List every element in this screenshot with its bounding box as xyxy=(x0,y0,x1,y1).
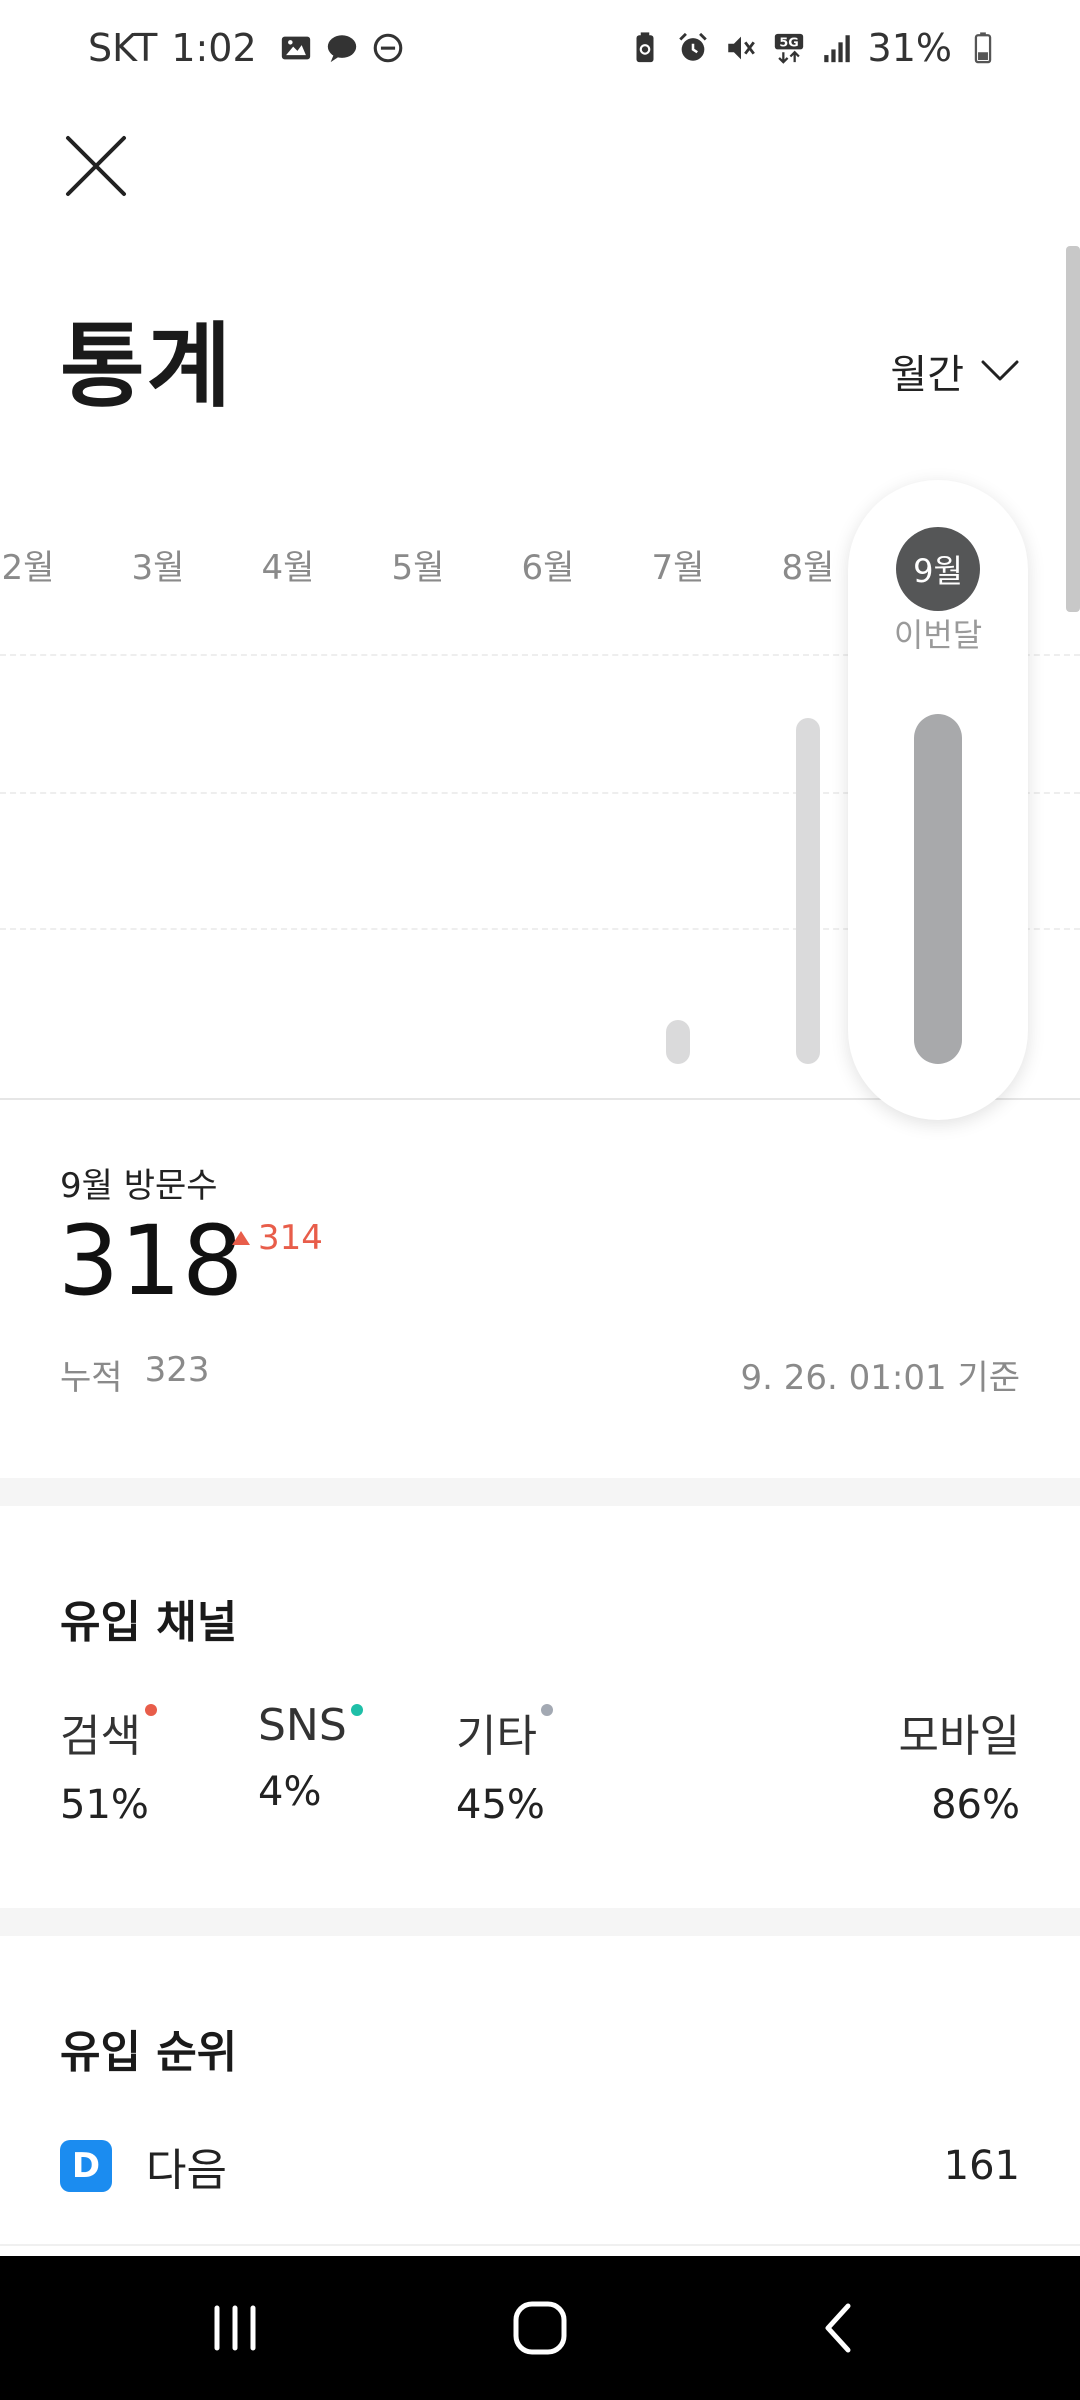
current-month-badge: 9월 xyxy=(896,527,980,611)
current-month-bar xyxy=(914,714,962,1064)
battery-saver-icon xyxy=(636,32,654,63)
clock: 1:02 xyxy=(171,26,257,70)
month-label[interactable]: 6월 xyxy=(498,540,598,589)
chevron-down-icon xyxy=(981,360,1019,381)
channel-name: SNS xyxy=(258,1700,347,1751)
recent-apps-button[interactable] xyxy=(165,2256,305,2400)
status-bar: SKT 1:02 5G 31% xyxy=(0,0,1080,100)
page-title: 통계 xyxy=(60,313,234,420)
do-not-disturb-icon xyxy=(373,33,402,63)
5g-icon: 5G xyxy=(774,33,803,64)
current-month-caption: 이번달 xyxy=(893,616,983,654)
carrier-label: SKT xyxy=(88,26,158,70)
month-label[interactable]: 8월 xyxy=(758,540,858,589)
month-label[interactable]: 4월 xyxy=(238,540,338,589)
channel-name: 모바일 xyxy=(898,1711,1020,1762)
period-selector[interactable]: 월간 xyxy=(890,342,1020,400)
channel-value: 86% xyxy=(931,1782,1020,1828)
channel-mobile: 모바일 86% xyxy=(899,1700,1020,1828)
visits-value: 318 xyxy=(58,1205,245,1317)
channel-search: 검색 51% xyxy=(60,1700,157,1828)
month-bar xyxy=(796,718,820,1064)
status-left: SKT 1:02 xyxy=(88,26,405,70)
cumulative-visits: 누적 323 xyxy=(60,1350,209,1399)
svg-text:5G: 5G xyxy=(779,36,798,51)
channel-sns: SNS 4% xyxy=(258,1700,363,1815)
visits-delta: 314 xyxy=(232,1218,323,1258)
channel-name: 검색 xyxy=(60,1711,141,1762)
mute-icon xyxy=(727,36,755,60)
channel-name: 기타 xyxy=(456,1711,537,1762)
daum-logo-icon: D xyxy=(60,2140,112,2192)
channel-dot xyxy=(540,1704,553,1716)
home-button[interactable] xyxy=(470,2256,610,2400)
cumulative-label: 누적 xyxy=(60,1358,123,1398)
month-label[interactable]: 2월 xyxy=(0,540,78,589)
as-of-timestamp: 9. 26. 01:01 기준 xyxy=(740,1358,1020,1398)
channel-value: 45% xyxy=(456,1782,545,1828)
signal-icon xyxy=(823,35,850,63)
channel-other: 기타 45% xyxy=(456,1700,553,1828)
channel-value: 4% xyxy=(258,1769,322,1815)
period-label: 월간 xyxy=(890,352,964,398)
close-button[interactable] xyxy=(56,126,136,206)
ranking-name: 다음 xyxy=(146,2145,227,2196)
home-icon xyxy=(513,2301,567,2355)
month-bar xyxy=(666,1020,690,1064)
row-divider xyxy=(0,2244,1080,2246)
close-icon xyxy=(66,136,126,196)
status-right: 5G 31% xyxy=(628,26,1000,70)
month-label[interactable]: 3월 xyxy=(108,540,208,589)
visits-delta-value: 314 xyxy=(258,1218,323,1258)
back-button[interactable] xyxy=(770,2256,910,2400)
battery-percent: 31% xyxy=(867,26,952,70)
section-divider xyxy=(0,1908,1080,1936)
month-label[interactable]: 7월 xyxy=(628,540,728,589)
gallery-icon xyxy=(281,36,310,60)
channels-title: 유입 채널 xyxy=(60,1597,238,1648)
ranking-count: 161 xyxy=(943,2143,1020,2189)
battery-icon xyxy=(974,32,992,64)
ranking-row[interactable]: D 다음 161 xyxy=(60,2136,1020,2196)
chat-icon xyxy=(327,35,356,63)
cumulative-value: 323 xyxy=(144,1350,210,1390)
recent-apps-icon xyxy=(214,2305,256,2351)
month-label[interactable]: 5월 xyxy=(368,540,468,589)
channel-value: 51% xyxy=(60,1782,149,1828)
visits-label: 9월 방문수 xyxy=(60,1166,218,1206)
back-icon xyxy=(825,2303,851,2353)
increase-arrow-icon xyxy=(232,1231,250,1245)
alarm-icon xyxy=(678,32,707,61)
channel-dot xyxy=(144,1704,157,1716)
channel-dot xyxy=(350,1704,363,1716)
navigation-bar xyxy=(0,2256,1080,2400)
section-divider xyxy=(0,1478,1080,1506)
ranking-title: 유입 순위 xyxy=(60,2027,238,2078)
monthly-visits-chart: 9월 이번달 2월 3월 4월 5월 6월 7월 8월 xyxy=(0,480,1080,1120)
